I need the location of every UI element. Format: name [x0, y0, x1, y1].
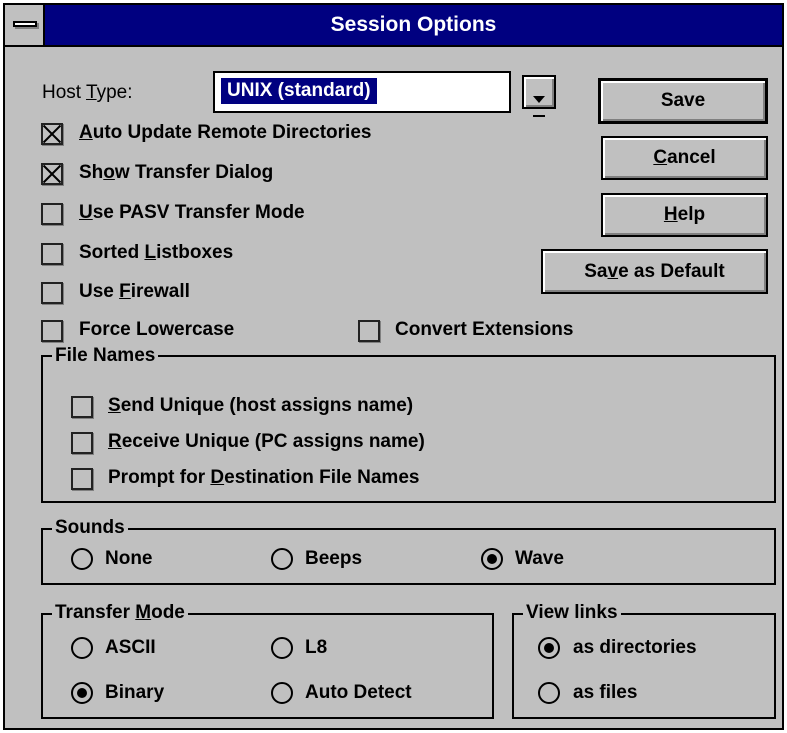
use-pasv-label[interactable]: Use PASV Transfer Mode: [79, 201, 305, 225]
transfer-l8-label[interactable]: L8: [305, 636, 327, 660]
save-button[interactable]: Save: [598, 78, 768, 124]
sounds-beeps-label[interactable]: Beeps: [305, 547, 362, 571]
sounds-group-title: Sounds: [52, 517, 128, 539]
transfer-auto-detect-radio[interactable]: [271, 682, 293, 704]
receive-unique-label[interactable]: Receive Unique (PC assigns name): [108, 430, 425, 454]
view-links-group-title: View links: [523, 602, 621, 624]
view-links-directories-label[interactable]: as directories: [573, 636, 697, 660]
title-bar: Session Options: [5, 5, 782, 47]
sorted-listboxes-checkbox[interactable]: [41, 243, 63, 265]
transfer-ascii-radio[interactable]: [71, 637, 93, 659]
host-type-label: Host Type:: [42, 81, 133, 105]
show-transfer-checkbox[interactable]: [41, 163, 63, 185]
receive-unique-checkbox[interactable]: [71, 432, 93, 454]
force-lowercase-checkbox[interactable]: [41, 320, 63, 342]
convert-extensions-checkbox[interactable]: [358, 320, 380, 342]
system-menu-icon: [13, 21, 37, 27]
file-names-group-title: File Names: [52, 345, 159, 367]
sounds-beeps-radio[interactable]: [271, 548, 293, 570]
host-type-value: UNIX (standard): [221, 78, 377, 104]
system-menu-button[interactable]: [5, 5, 45, 45]
transfer-auto-detect-label[interactable]: Auto Detect: [305, 681, 412, 705]
host-type-dropdown-button[interactable]: [522, 75, 556, 117]
transfer-ascii-label[interactable]: ASCII: [105, 636, 156, 660]
transfer-l8-radio[interactable]: [271, 637, 293, 659]
prompt-destination-checkbox[interactable]: [71, 468, 93, 490]
sounds-none-label[interactable]: None: [105, 547, 153, 571]
host-type-label-text: Host Type:: [42, 82, 133, 103]
convert-extensions-label[interactable]: Convert Extensions: [395, 318, 573, 342]
auto-update-label[interactable]: Auto Update Remote Directories: [79, 121, 371, 145]
sounds-wave-radio[interactable]: [481, 548, 503, 570]
sounds-none-radio[interactable]: [71, 548, 93, 570]
use-firewall-checkbox[interactable]: [41, 282, 63, 304]
view-links-directories-radio[interactable]: [538, 637, 560, 659]
session-options-dialog: Session Options Host Type: UNIX (standar…: [3, 3, 784, 730]
transfer-mode-group-title: Transfer Mode: [52, 602, 188, 624]
help-button[interactable]: Help: [601, 193, 768, 237]
sorted-listboxes-label[interactable]: Sorted Listboxes: [79, 241, 233, 265]
sounds-wave-label[interactable]: Wave: [515, 547, 564, 571]
send-unique-label[interactable]: Send Unique (host assigns name): [108, 394, 413, 418]
use-firewall-label[interactable]: Use Firewall: [79, 280, 190, 304]
show-transfer-label[interactable]: Show Transfer Dialog: [79, 161, 273, 185]
view-links-files-label[interactable]: as files: [573, 681, 637, 705]
transfer-binary-label[interactable]: Binary: [105, 681, 164, 705]
view-links-files-radio[interactable]: [538, 682, 560, 704]
transfer-binary-radio[interactable]: [71, 682, 93, 704]
send-unique-checkbox[interactable]: [71, 396, 93, 418]
save-as-default-button[interactable]: Save as Default: [541, 249, 768, 294]
window-title: Session Options: [330, 13, 497, 36]
dropdown-arrow-icon: [524, 77, 554, 117]
force-lowercase-label[interactable]: Force Lowercase: [79, 318, 234, 342]
auto-update-checkbox[interactable]: [41, 123, 63, 145]
host-type-combobox[interactable]: UNIX (standard): [213, 71, 511, 113]
prompt-destination-label[interactable]: Prompt for Destination File Names: [108, 466, 419, 490]
use-pasv-checkbox[interactable]: [41, 203, 63, 225]
cancel-button[interactable]: Cancel: [601, 136, 768, 180]
